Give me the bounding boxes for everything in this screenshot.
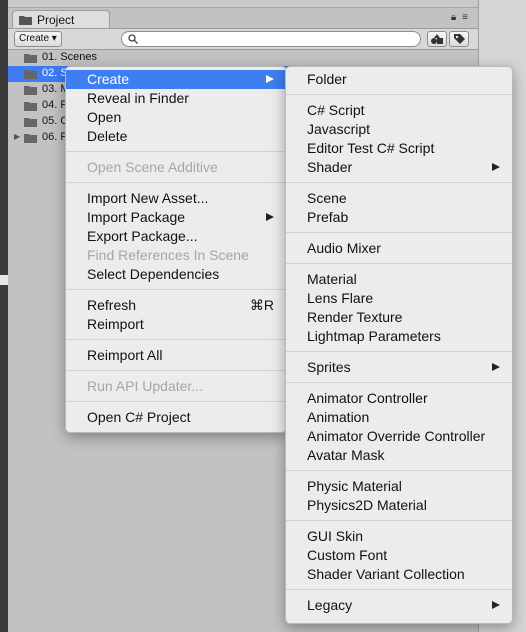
menu-item-render-texture[interactable]: Render Texture — [286, 308, 512, 327]
submenu-arrow-icon — [266, 213, 274, 221]
folder-icon — [24, 54, 37, 63]
menu-item-physic-material[interactable]: Physic Material — [286, 477, 512, 496]
menu-item-import-package[interactable]: Import Package — [66, 208, 286, 227]
menu-icon[interactable]: ≡ — [462, 12, 468, 23]
menu-separator — [286, 263, 512, 264]
menu-item-editor-test-script[interactable]: Editor Test C# Script — [286, 139, 512, 158]
menu-item-custom-font[interactable]: Custom Font — [286, 546, 512, 565]
menu-item-folder[interactable]: Folder — [286, 70, 512, 89]
left-panel-edge — [0, 0, 8, 632]
menu-item-reimport[interactable]: Reimport — [66, 315, 286, 334]
menu-item-shader-variant-collection[interactable]: Shader Variant Collection — [286, 565, 512, 584]
menu-item-javascript[interactable]: Javascript — [286, 120, 512, 139]
tab-project[interactable]: Project — [12, 10, 110, 29]
menu-separator — [286, 232, 512, 233]
folder-icon — [24, 70, 37, 79]
menu-item-find-references: Find References In Scene — [87, 247, 249, 263]
menu-item-refresh[interactable]: Refresh ⌘R — [66, 296, 286, 315]
shapes-icon — [431, 34, 443, 44]
search-input[interactable] — [121, 31, 421, 47]
menu-separator — [66, 401, 286, 402]
menu-item-create[interactable]: Create — [66, 70, 286, 89]
menu-item-shader[interactable]: Shader — [286, 158, 512, 177]
create-dropdown-button[interactable]: Create ▾ — [14, 31, 62, 47]
submenu-arrow-icon — [492, 163, 500, 171]
menu-item-legacy[interactable]: Legacy — [286, 596, 512, 615]
menu-separator — [66, 339, 286, 340]
menu-item-import-new-asset[interactable]: Import New Asset... — [66, 189, 286, 208]
project-toolbar: Create ▾ — [8, 28, 478, 50]
folder-icon — [24, 134, 37, 143]
filter-by-type-button[interactable] — [427, 31, 447, 47]
menu-item-delete[interactable]: Delete — [66, 127, 286, 146]
menu-item-open-csharp-project[interactable]: Open C# Project — [66, 408, 286, 427]
menu-item-export-package[interactable]: Export Package... — [66, 227, 286, 246]
submenu-arrow-icon — [266, 75, 274, 83]
context-menu: Create Reveal in Finder Open Delete Open… — [65, 66, 287, 433]
menu-item-gui-skin[interactable]: GUI Skin — [286, 527, 512, 546]
menu-item-reimport-all[interactable]: Reimport All — [66, 346, 286, 365]
window-controls: 🔒︎ ≡ — [451, 12, 468, 23]
menu-item-animator-controller[interactable]: Animator Controller — [286, 389, 512, 408]
lock-icon[interactable]: 🔒︎ — [451, 12, 456, 23]
menu-separator — [286, 382, 512, 383]
top-panel-edge — [8, 0, 478, 8]
menu-item-open[interactable]: Open — [66, 108, 286, 127]
menu-item-lens-flare[interactable]: Lens Flare — [286, 289, 512, 308]
menu-separator — [286, 351, 512, 352]
menu-item-open-scene-additive: Open Scene Additive — [87, 159, 218, 175]
create-submenu: Folder C# Script Javascript Editor Test … — [285, 66, 513, 624]
menu-item-csharp-script[interactable]: C# Script — [286, 101, 512, 120]
search-icon — [128, 34, 138, 44]
menu-item-sprites[interactable]: Sprites — [286, 358, 512, 377]
menu-item-material[interactable]: Material — [286, 270, 512, 289]
menu-separator — [286, 589, 512, 590]
tab-label: Project — [37, 13, 75, 27]
menu-item-reveal-in-finder[interactable]: Reveal in Finder — [66, 89, 286, 108]
expand-arrow-icon[interactable]: ▶ — [14, 132, 20, 141]
menu-item-lightmap-parameters[interactable]: Lightmap Parameters — [286, 327, 512, 346]
filter-by-label-button[interactable] — [449, 31, 469, 47]
menu-separator — [286, 470, 512, 471]
menu-separator — [66, 182, 286, 183]
panel-notch — [0, 275, 8, 285]
menu-separator — [286, 520, 512, 521]
tag-icon — [454, 34, 465, 44]
menu-item-scene[interactable]: Scene — [286, 189, 512, 208]
menu-separator — [286, 182, 512, 183]
menu-separator — [286, 94, 512, 95]
menu-item-animation[interactable]: Animation — [286, 408, 512, 427]
menu-separator — [66, 370, 286, 371]
menu-item-avatar-mask[interactable]: Avatar Mask — [286, 446, 512, 465]
submenu-arrow-icon — [492, 363, 500, 371]
submenu-arrow-icon — [492, 601, 500, 609]
folder-icon — [24, 102, 37, 111]
menu-item-animator-override-controller[interactable]: Animator Override Controller — [286, 427, 512, 446]
folder-icon — [24, 118, 37, 127]
menu-item-audio-mixer[interactable]: Audio Mixer — [286, 239, 512, 258]
menu-item-run-api-updater: Run API Updater... — [87, 378, 203, 394]
menu-separator — [66, 151, 286, 152]
menu-item-select-dependencies[interactable]: Select Dependencies — [66, 265, 286, 284]
menu-separator — [66, 289, 286, 290]
shortcut-label: ⌘R — [249, 297, 274, 313]
tree-item[interactable]: 01. Scenes — [8, 50, 478, 66]
folder-icon — [19, 16, 32, 25]
menu-item-prefab[interactable]: Prefab — [286, 208, 512, 227]
menu-item-physics2d-material[interactable]: Physics2D Material — [286, 496, 512, 515]
folder-icon — [24, 86, 37, 95]
